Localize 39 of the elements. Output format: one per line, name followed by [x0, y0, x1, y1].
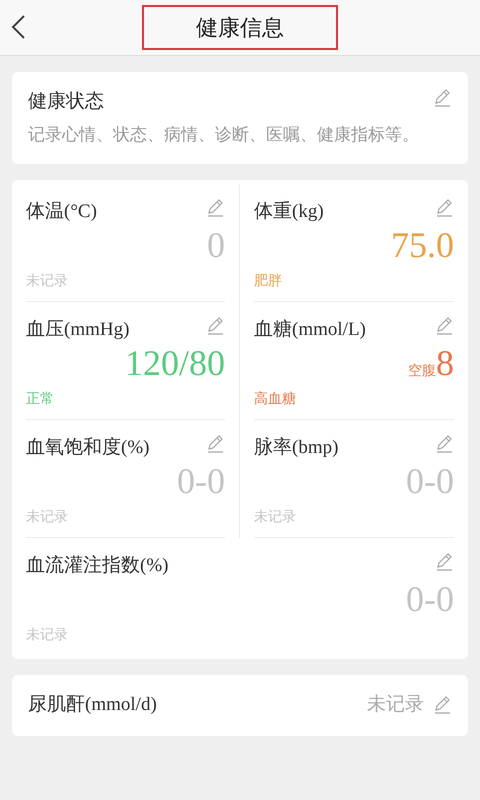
metric-label: 尿肌酐(mmol/d) — [28, 693, 157, 718]
metric-value: 0-0 — [177, 462, 225, 502]
metric-value: 120/80 — [124, 344, 225, 384]
metric-value: 8 — [436, 344, 454, 384]
metric-label: 血压(mmHg) — [26, 318, 130, 342]
metric-status: 未记录 — [26, 506, 69, 526]
metric-label: 体温(°C) — [26, 200, 97, 224]
edit-icon[interactable] — [432, 88, 452, 108]
metric-label: 血氧饱和度(%) — [26, 436, 150, 460]
card-title: 健康状态 — [28, 90, 104, 114]
edit-icon[interactable] — [434, 434, 454, 454]
metric-status: 肥胖 — [254, 270, 283, 290]
card-description: 记录心情、状态、病情、诊断、医嘱、健康指标等。 — [28, 124, 420, 146]
metric-card[interactable]: 尿肌酐(mmol/d) 未记录 — [12, 675, 468, 736]
metric-status: 高血糖 — [254, 388, 297, 408]
metric-value: 0 — [207, 226, 225, 266]
metric-value: 0-0 — [406, 580, 454, 620]
metric-label: 血流灌注指数(%) — [26, 554, 168, 578]
health-status-card[interactable]: 健康状态 记录心情、状态、病情、诊断、医嘱、健康指标等。 — [12, 72, 468, 164]
back-icon[interactable] — [10, 14, 26, 40]
metric-value: 0-0 — [406, 462, 454, 502]
metric-value: 75.0 — [391, 226, 454, 266]
edit-icon[interactable] — [434, 552, 454, 572]
edit-icon[interactable] — [205, 316, 225, 336]
edit-icon[interactable] — [205, 198, 225, 218]
metric-label: 体重(kg) — [254, 200, 324, 224]
metric-status: 正常 — [26, 388, 55, 408]
edit-icon[interactable] — [434, 316, 454, 336]
metric-qualifier: 空腹 — [408, 361, 436, 380]
metric-status: 未记录 — [367, 693, 424, 718]
edit-icon[interactable] — [432, 695, 452, 716]
edit-icon[interactable] — [434, 198, 454, 218]
metric-status: 未记录 — [26, 270, 69, 290]
metric-status: 未记录 — [26, 625, 69, 644]
metric-label: 脉率(bmp) — [254, 436, 338, 460]
metric-status: 未记录 — [254, 506, 297, 526]
page-title: 健康信息 — [142, 5, 338, 50]
edit-icon[interactable] — [205, 434, 225, 454]
metric-label: 血糖(mmol/L) — [254, 318, 366, 342]
